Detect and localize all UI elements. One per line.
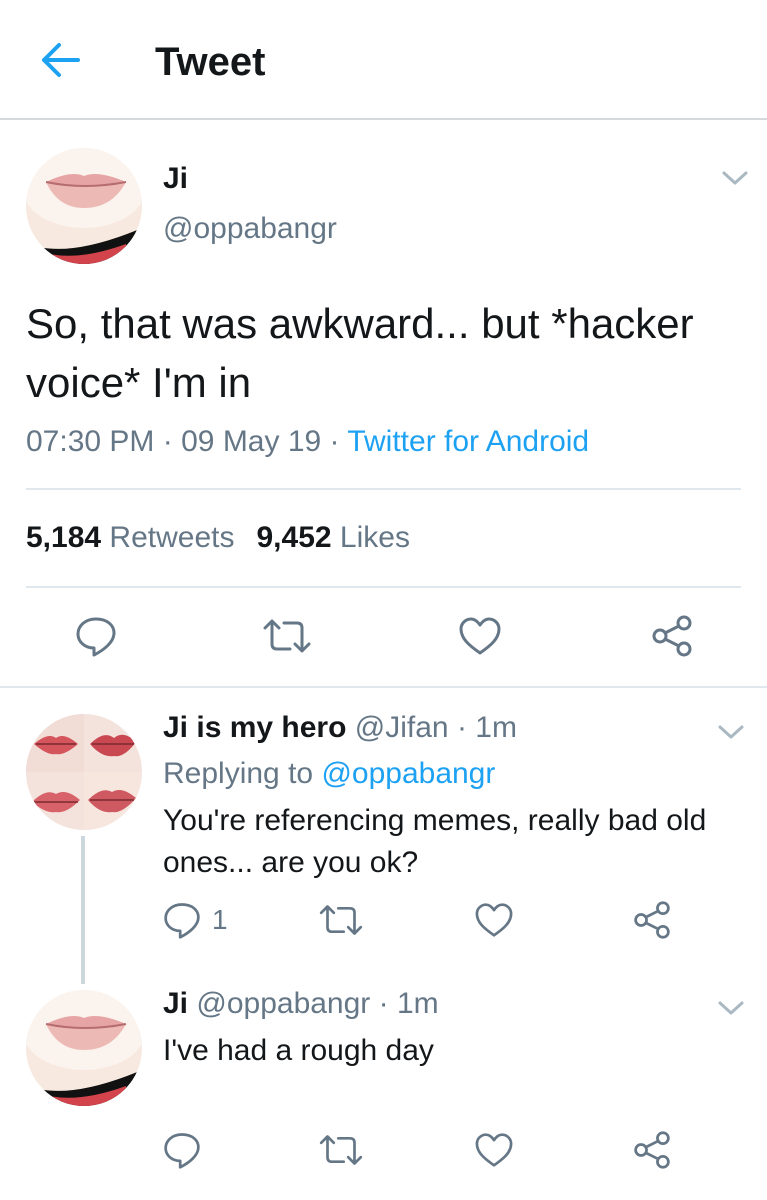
reply-author-handle[interactable]: @Jifan <box>355 711 449 744</box>
reply-icon[interactable] <box>162 900 202 940</box>
like-icon[interactable] <box>458 616 502 656</box>
reply-author-name[interactable]: Ji <box>163 987 188 1020</box>
retweets-count: 5,184 <box>26 521 102 554</box>
author-handle[interactable]: @oppabangr <box>163 212 337 246</box>
avatar[interactable] <box>26 990 142 1106</box>
chevron-down-icon[interactable] <box>716 998 746 1018</box>
like-icon[interactable] <box>474 1132 514 1168</box>
top-bar: Tweet <box>0 0 767 120</box>
tweet-time: 07:30 PM <box>26 425 155 458</box>
retweet-icon[interactable] <box>262 616 312 656</box>
separator-dot: · <box>329 425 340 458</box>
page-title: Tweet <box>155 40 266 84</box>
replying-to-line: Replying to @oppabangr <box>163 756 495 792</box>
tweet-text: So, that was awkward... but *hacker voic… <box>26 300 694 406</box>
tweet-stats: 5,184 Retweets 9,452 Likes <box>26 520 410 556</box>
reply-count: 1 <box>212 904 228 935</box>
avatar[interactable] <box>26 714 142 830</box>
reply-header: Ji is my hero @Jifan · 1m <box>163 710 517 746</box>
retweet-icon[interactable] <box>318 1132 364 1168</box>
like-icon[interactable] <box>474 902 514 938</box>
chevron-down-icon[interactable] <box>716 722 746 742</box>
reply-author-handle[interactable]: @oppabangr <box>196 987 370 1020</box>
reply-tweet: Ji is my hero @Jifan · 1m Replying to @o… <box>0 690 767 990</box>
reply-tweet: Ji @oppabangr · 1m I've had a rough day <box>0 980 767 1200</box>
reply-header: Ji @oppabangr · 1m <box>163 986 439 1022</box>
share-icon[interactable] <box>650 614 694 658</box>
tweet-source-link[interactable]: Twitter for Android <box>347 425 589 458</box>
separator-dot: · <box>456 711 467 744</box>
retweets-stat[interactable]: 5,184 Retweets <box>26 521 234 554</box>
divider <box>26 586 741 588</box>
chevron-down-icon[interactable] <box>720 168 750 188</box>
thread-connector-line <box>81 836 85 984</box>
likes-label: Likes <box>339 521 410 554</box>
likes-stat[interactable]: 9,452 Likes <box>256 521 409 554</box>
reply-icon[interactable] <box>74 614 118 658</box>
separator-dot: · <box>162 425 173 458</box>
reply-time: 1m <box>475 711 517 744</box>
likes-count: 9,452 <box>256 521 332 554</box>
reply-author-name[interactable]: Ji is my hero <box>163 711 346 744</box>
author-name[interactable]: Ji <box>163 162 188 196</box>
retweets-label: Retweets <box>109 521 235 554</box>
share-icon[interactable] <box>632 900 672 940</box>
reply-text: You're referencing memes, really bad old… <box>163 804 707 879</box>
share-icon[interactable] <box>632 1130 672 1170</box>
replying-to-label: Replying to <box>163 757 314 790</box>
reply-text: I've had a rough day <box>163 1034 434 1067</box>
divider <box>26 488 741 490</box>
main-tweet: Ji @oppabangr So, that was awkward... bu… <box>0 122 767 688</box>
avatar[interactable] <box>26 148 142 264</box>
retweet-icon[interactable] <box>318 902 364 938</box>
replying-to-mention[interactable]: @oppabangr <box>321 757 495 790</box>
reply-time: 1m <box>396 987 439 1020</box>
reply-icon[interactable] <box>162 1130 202 1170</box>
back-arrow-icon[interactable] <box>38 40 82 80</box>
tweet-date: 09 May 19 <box>181 425 322 458</box>
tweet-metadata: 07:30 PM · 09 May 19 · Twitter for Andro… <box>26 424 589 460</box>
separator-dot: · <box>378 987 389 1020</box>
